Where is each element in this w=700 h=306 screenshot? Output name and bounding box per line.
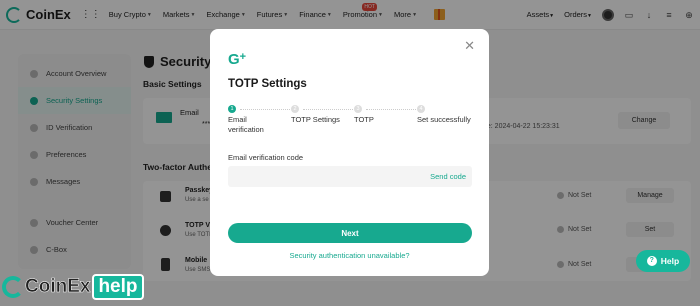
- step-label: Set successfully: [417, 115, 471, 124]
- step-3: 3 TOTP: [354, 105, 374, 124]
- step-number: 1: [228, 105, 236, 113]
- totp-modal: G+ ✕ TOTP Settings 1 Email verification …: [210, 29, 489, 276]
- email-code-input[interactable]: Send code: [228, 166, 472, 187]
- close-icon[interactable]: ✕: [464, 38, 475, 54]
- question-icon: ?: [646, 256, 657, 266]
- stepper: 1 Email verification 2 TOTP Settings 3 T…: [228, 105, 478, 145]
- step-2: 2 TOTP Settings: [291, 105, 340, 124]
- coinex-help-watermark: CoinEx help: [2, 272, 144, 302]
- step-label: Email verification: [228, 115, 264, 134]
- step-number: 2: [291, 105, 299, 113]
- auth-unavailable-link[interactable]: Security authentication unavailable?: [210, 251, 489, 260]
- step-1: 1 Email verification: [228, 105, 264, 134]
- step-4: 4 Set successfully: [417, 105, 471, 124]
- next-button[interactable]: Next: [228, 223, 472, 243]
- watermark-help: help: [92, 274, 144, 300]
- code-label: Email verification code: [228, 153, 304, 162]
- watermark-brand: CoinEx: [25, 276, 91, 298]
- step-label: TOTP Settings: [291, 115, 340, 124]
- coinex-logo-icon: [2, 276, 24, 298]
- help-button[interactable]: ? Help: [636, 250, 690, 272]
- modal-title: TOTP Settings: [228, 78, 307, 90]
- step-number: 4: [417, 105, 425, 113]
- google-authenticator-icon: G+: [228, 51, 247, 68]
- send-code-button[interactable]: Send code: [430, 172, 466, 181]
- step-label: TOTP: [354, 115, 374, 124]
- step-number: 3: [354, 105, 362, 113]
